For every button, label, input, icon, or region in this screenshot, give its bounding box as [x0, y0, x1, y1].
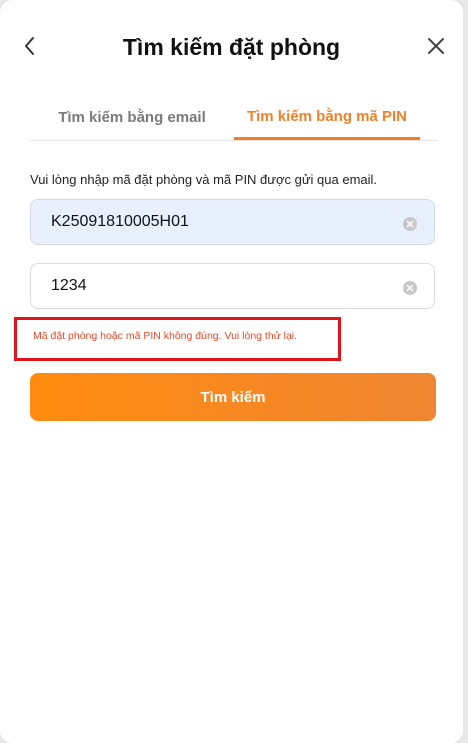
pin-field — [30, 263, 435, 309]
modal-header: Tìm kiếm đặt phòng — [0, 0, 463, 95]
booking-search-modal: Tìm kiếm đặt phòng Tìm kiếm bằng email T… — [0, 0, 463, 743]
error-message: Mã đặt phòng hoặc mã PIN không đúng. Vui… — [33, 330, 298, 342]
search-button[interactable]: Tìm kiếm — [30, 373, 436, 421]
clear-pin-button[interactable] — [403, 281, 417, 295]
booking-code-input[interactable] — [51, 200, 391, 244]
error-highlight-box: Mã đặt phòng hoặc mã PIN không đúng. Vui… — [14, 317, 341, 361]
tab-search-by-email[interactable]: Tìm kiếm bằng email — [30, 96, 234, 139]
window-edge — [463, 0, 468, 743]
booking-code-field — [30, 199, 435, 245]
tab-search-by-pin[interactable]: Tìm kiếm bằng mã PIN — [234, 96, 420, 140]
clear-icon — [406, 220, 414, 228]
close-icon — [428, 38, 444, 54]
form-instruction: Vui lòng nhập mã đặt phòng và mã PIN đượ… — [30, 172, 378, 187]
page-title: Tìm kiếm đặt phòng — [122, 34, 341, 60]
clear-icon — [406, 284, 414, 292]
pin-input[interactable] — [51, 264, 391, 308]
close-button[interactable] — [422, 32, 450, 60]
search-method-tabs: Tìm kiếm bằng email Tìm kiếm bằng mã PIN — [30, 96, 438, 141]
clear-booking-code-button[interactable] — [403, 217, 417, 231]
